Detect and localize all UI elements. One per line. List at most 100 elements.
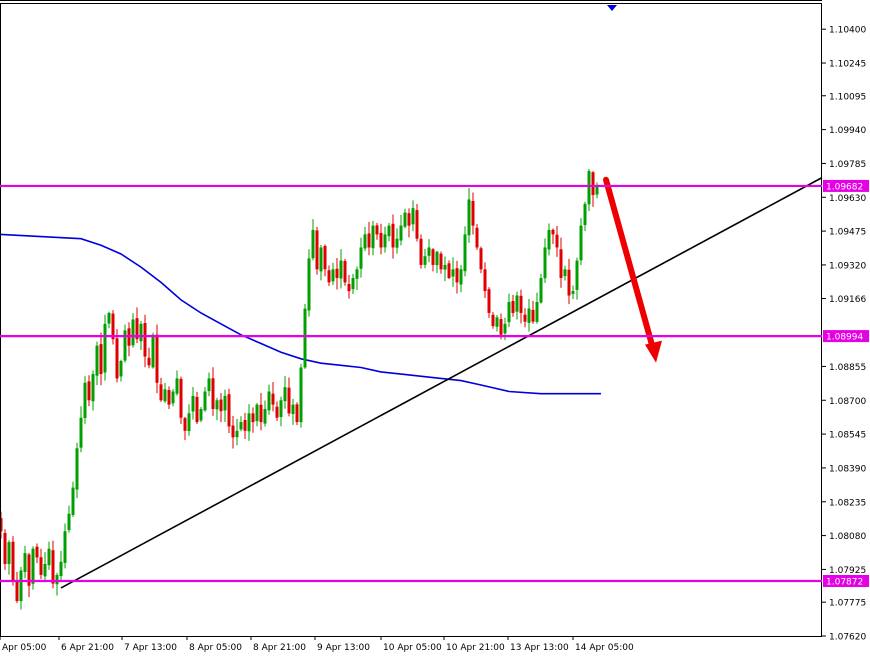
candle-body bbox=[7, 542, 11, 564]
candle-body bbox=[323, 245, 327, 270]
candle-body bbox=[243, 420, 247, 431]
candle-body bbox=[371, 225, 375, 249]
y-tick-label: 1.08235 bbox=[829, 498, 866, 508]
candle-body bbox=[255, 404, 259, 422]
y-tick-label: 1.09166 bbox=[829, 295, 866, 305]
candle bbox=[11, 536, 15, 586]
candle-body bbox=[391, 223, 395, 248]
candle-body bbox=[75, 448, 79, 490]
y-tick-label: 1.10095 bbox=[829, 92, 866, 102]
candle bbox=[31, 546, 35, 590]
y-tick-label: 1.10400 bbox=[829, 26, 866, 36]
candle-body bbox=[351, 278, 355, 290]
candle-body bbox=[579, 225, 583, 261]
candle-body bbox=[295, 404, 299, 423]
candle-body bbox=[435, 251, 439, 266]
candle-body bbox=[475, 227, 479, 248]
candle bbox=[479, 246, 483, 274]
candle-body bbox=[307, 258, 311, 311]
candle-body bbox=[315, 230, 319, 270]
candle-body bbox=[491, 314, 495, 327]
candle-body bbox=[531, 309, 535, 322]
candle-body bbox=[423, 256, 427, 265]
candle-body bbox=[571, 291, 575, 294]
y-tick-label: 1.08855 bbox=[829, 363, 866, 373]
candle-body bbox=[535, 302, 539, 322]
candle-body bbox=[203, 391, 207, 411]
candle-body bbox=[271, 393, 275, 405]
candle-body bbox=[471, 201, 475, 226]
x-tick-label: 14 Apr 05:00 bbox=[575, 643, 634, 653]
candle-body bbox=[487, 289, 491, 313]
y-tick-label: 1.08700 bbox=[829, 397, 866, 407]
candle-body bbox=[83, 382, 87, 418]
x-tick-label: 8 Apr 21:00 bbox=[253, 643, 306, 653]
x-tick-label: 7 Apr 13:00 bbox=[124, 643, 177, 653]
candle-body bbox=[467, 199, 471, 236]
candle-body bbox=[159, 384, 163, 401]
candle-body bbox=[575, 260, 579, 290]
candle bbox=[103, 314, 107, 381]
candle-body bbox=[35, 546, 39, 558]
candle-body bbox=[455, 268, 459, 283]
candle-body bbox=[363, 234, 367, 249]
x-tick-label: Apr 05:00 bbox=[2, 643, 47, 653]
candle-body bbox=[591, 172, 595, 196]
candle-body bbox=[375, 225, 379, 235]
x-tick-label: 9 Apr 13:00 bbox=[317, 643, 370, 653]
candle-body bbox=[275, 406, 279, 418]
candle-body bbox=[551, 229, 555, 235]
candle-body bbox=[43, 563, 47, 577]
candle-body bbox=[359, 247, 363, 269]
candle bbox=[3, 529, 7, 570]
candle-body bbox=[343, 260, 347, 283]
candle bbox=[295, 402, 299, 425]
candle-body bbox=[51, 550, 55, 584]
candle-body bbox=[511, 300, 515, 313]
candle-body bbox=[3, 532, 7, 564]
candle-body bbox=[299, 367, 303, 423]
candle-body bbox=[103, 323, 107, 373]
candle-body bbox=[527, 308, 531, 323]
candle-body bbox=[395, 238, 399, 248]
candle-body bbox=[87, 381, 91, 401]
candle-body bbox=[459, 269, 463, 285]
candle-body bbox=[567, 269, 571, 296]
x-tick-label: 10 Apr 05:00 bbox=[383, 643, 442, 653]
candle-body bbox=[431, 249, 435, 265]
candle-body bbox=[331, 269, 335, 282]
x-tick-label: 10 Apr 21:00 bbox=[446, 643, 505, 653]
candle-body bbox=[191, 395, 195, 412]
candle-body bbox=[451, 269, 455, 277]
candle-body bbox=[171, 391, 175, 404]
candle-body bbox=[239, 422, 243, 430]
y-tick-label: 1.08390 bbox=[829, 464, 866, 474]
y-tick-label: 1.09940 bbox=[829, 126, 866, 136]
candle-body bbox=[259, 404, 263, 423]
candle-body bbox=[131, 319, 135, 346]
candle-body bbox=[231, 425, 235, 438]
candle bbox=[419, 234, 423, 269]
candle-body bbox=[387, 225, 391, 237]
candle-body bbox=[547, 230, 551, 250]
candle-body bbox=[223, 395, 227, 411]
candle-body bbox=[67, 513, 71, 531]
candle-body bbox=[175, 378, 179, 394]
candle-body bbox=[291, 404, 295, 415]
candle-body bbox=[211, 378, 215, 409]
candle-body bbox=[227, 394, 231, 427]
y-tick-label: 1.10245 bbox=[829, 60, 866, 70]
candle-body bbox=[195, 396, 199, 423]
candle bbox=[155, 324, 159, 394]
candle-body bbox=[507, 302, 511, 323]
candle-body bbox=[287, 387, 291, 414]
candle-body bbox=[155, 334, 159, 383]
candle bbox=[199, 406, 203, 423]
y-tick-label: 1.08080 bbox=[829, 532, 866, 542]
candle bbox=[83, 376, 87, 424]
candle-body bbox=[31, 548, 35, 584]
level-price-label: 1.09682 bbox=[826, 182, 863, 192]
candle-body bbox=[555, 234, 559, 248]
candle-body bbox=[383, 234, 387, 248]
candle-body bbox=[327, 270, 331, 283]
